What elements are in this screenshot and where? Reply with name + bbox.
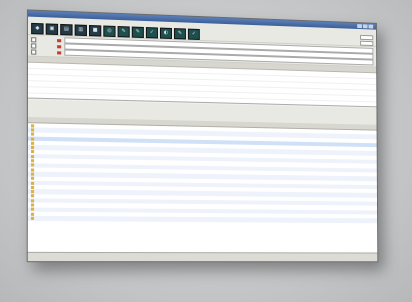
folder-icon bbox=[31, 132, 35, 136]
file-list-body bbox=[27, 123, 378, 223]
folder-icon bbox=[30, 181, 35, 185]
folder-icon bbox=[31, 137, 35, 141]
exit-icon[interactable]: ✓ bbox=[187, 28, 200, 40]
open-icon[interactable]: ▣ bbox=[45, 22, 59, 35]
file-list bbox=[27, 117, 378, 254]
toolbar-options bbox=[358, 34, 374, 46]
new-icon[interactable]: ◆ bbox=[31, 22, 44, 35]
stop-icon[interactable]: ■ bbox=[89, 24, 102, 37]
folder-icon bbox=[30, 141, 35, 145]
close-button[interactable] bbox=[368, 24, 374, 29]
minimize-button[interactable] bbox=[357, 24, 362, 29]
flag-icon bbox=[57, 38, 62, 42]
app-window: ◆ ▣ ▤ ▥ ■ ◎ ✎ ✎ ✓ ◐ ✎ ✓ bbox=[26, 9, 379, 263]
edit-icon[interactable]: ✎ bbox=[117, 25, 130, 38]
option-input-2[interactable] bbox=[360, 40, 374, 46]
flag-icon bbox=[57, 50, 62, 54]
folder-icon bbox=[30, 159, 35, 163]
folder-icon bbox=[30, 154, 35, 158]
flag-icon bbox=[57, 44, 62, 48]
folder-icon bbox=[30, 194, 35, 198]
filter-icon[interactable]: ◐ bbox=[159, 27, 172, 39]
folder-icon bbox=[30, 172, 35, 176]
folder-icon bbox=[30, 145, 35, 150]
folder-icon bbox=[30, 168, 35, 172]
filter-checkbox-1[interactable] bbox=[31, 36, 37, 42]
folder-icon bbox=[30, 176, 35, 181]
folder-icon bbox=[30, 212, 35, 216]
search-icon[interactable]: ◎ bbox=[103, 24, 116, 37]
tools-icon[interactable]: ✎ bbox=[131, 26, 144, 38]
save-icon[interactable]: ▤ bbox=[60, 23, 73, 36]
folder-icon bbox=[30, 216, 35, 220]
folder-icon bbox=[30, 150, 35, 154]
status-bar bbox=[27, 251, 378, 262]
settings-icon[interactable]: ✓ bbox=[145, 26, 158, 39]
help-icon[interactable]: ✎ bbox=[173, 27, 186, 39]
option-input-1[interactable] bbox=[360, 34, 374, 40]
option-row-2 bbox=[358, 40, 374, 46]
folder-icon bbox=[31, 128, 35, 132]
maximize-button[interactable] bbox=[362, 24, 368, 29]
filter-checkbox-3[interactable] bbox=[31, 48, 37, 55]
filter-checkbox-2[interactable] bbox=[31, 42, 37, 49]
folder-icon bbox=[30, 185, 35, 189]
folder-icon bbox=[30, 163, 35, 167]
folder-icon bbox=[31, 123, 35, 128]
folder-icon bbox=[30, 203, 35, 207]
folder-icon bbox=[30, 198, 35, 203]
print-icon[interactable]: ▥ bbox=[74, 23, 87, 36]
folder-icon bbox=[30, 190, 35, 194]
window-controls bbox=[357, 24, 374, 29]
scene: ◆ ▣ ▤ ▥ ■ ◎ ✎ ✎ ✓ ◐ ✎ ✓ bbox=[0, 0, 412, 302]
folder-icon bbox=[30, 207, 35, 211]
option-row-1 bbox=[358, 34, 374, 40]
